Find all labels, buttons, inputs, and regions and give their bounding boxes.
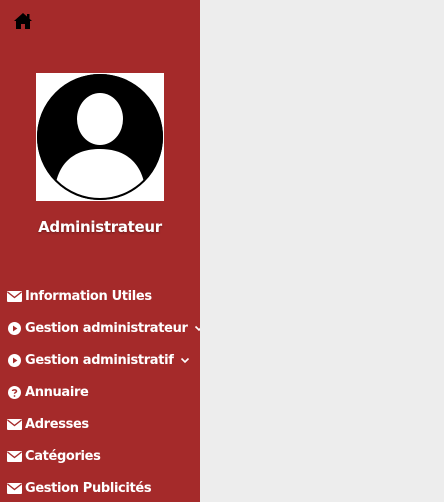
menu-item-categories[interactable]: Catégories: [0, 440, 200, 472]
sidebar: Administrateur Information Utiles Gestio…: [0, 0, 203, 502]
avatar: [36, 73, 164, 201]
menu-item-annuaire[interactable]: Annuaire: [0, 376, 200, 408]
play-circle-icon: [6, 353, 22, 367]
admin-name: Administrateur: [38, 218, 162, 236]
menu-item-label: Gestion Publicités: [25, 480, 152, 496]
menu-item-label: Information Utiles: [25, 288, 152, 304]
menu-item-adresses[interactable]: Adresses: [0, 408, 200, 440]
play-circle-icon: [6, 321, 22, 335]
menu-item-label: Gestion administrateur: [25, 320, 188, 336]
sidebar-menu: Information Utiles Gestion administrateu…: [0, 280, 203, 502]
question-circle-icon: [6, 385, 22, 399]
chevron-down-icon[interactable]: [180, 356, 190, 364]
menu-item-label: Catégories: [25, 448, 101, 464]
envelope-icon: [6, 449, 22, 463]
menu-item-information-utiles[interactable]: Information Utiles: [0, 280, 200, 312]
envelope-icon: [6, 289, 22, 303]
menu-item-label: Gestion administratif: [25, 352, 174, 368]
envelope-icon: [6, 481, 22, 495]
menu-item-gestion-publicites[interactable]: Gestion Publicités: [0, 472, 200, 502]
main-content: [200, 0, 444, 502]
home-icon[interactable]: [13, 12, 33, 30]
menu-item-gestion-administrateur[interactable]: Gestion administrateur: [0, 312, 203, 344]
menu-item-gestion-administratif[interactable]: Gestion administratif: [0, 344, 200, 376]
menu-item-label: Annuaire: [25, 384, 89, 400]
envelope-icon: [6, 417, 22, 431]
menu-item-label: Adresses: [25, 416, 89, 432]
user-avatar-icon: [37, 74, 163, 200]
